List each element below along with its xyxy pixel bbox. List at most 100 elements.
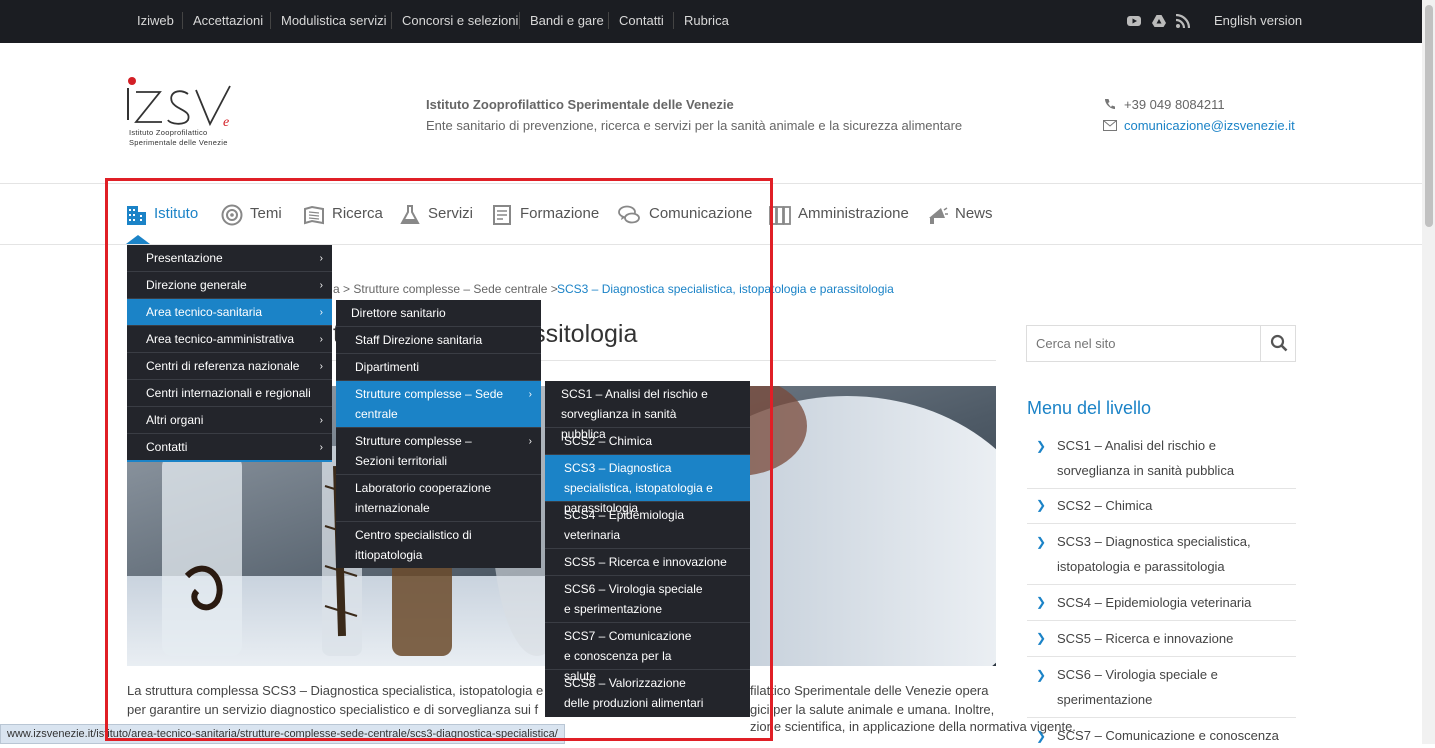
menu-item-presentazione[interactable]: Presentazione › xyxy=(127,245,332,272)
chevron-right-icon: › xyxy=(319,253,323,264)
nav-istituto[interactable]: Istituto xyxy=(154,205,198,222)
nav-servizi[interactable]: Servizi xyxy=(428,205,473,222)
menu-item-label: Altri organi xyxy=(146,413,204,427)
logo-line-1: Istituto Zooprofilattico xyxy=(129,128,208,137)
chevron-right-icon: › xyxy=(319,361,323,372)
youtube-icon[interactable] xyxy=(1127,14,1141,28)
menu-item-strutture-sezioni-territoriali[interactable]: Strutture complesse – Sezioni territoria… xyxy=(336,428,541,475)
menu-item-contatti[interactable]: Contatti › xyxy=(127,434,332,461)
chevron-right-icon: › xyxy=(528,389,532,400)
menu-item-altri-organi[interactable]: Altri organi › xyxy=(127,407,332,434)
top-link-modulistica[interactable]: Modulistica servizi xyxy=(281,13,386,28)
sidebar-item-scs5[interactable]: ❯ SCS5 – Ricerca e innovazione xyxy=(1027,621,1296,657)
divider xyxy=(270,12,271,29)
menu-item-label: SCS8 – Valorizzazione delle produzioni a… xyxy=(564,676,704,710)
top-link-bandi[interactable]: Bandi e gare xyxy=(530,13,604,28)
menu-item-scs4[interactable]: SCS4 – Epidemiologia veterinaria xyxy=(545,502,750,549)
folders-icon xyxy=(769,206,791,225)
sidebar-item-scs3[interactable]: ❯ SCS3 – Diagnostica specialistica, isto… xyxy=(1027,524,1296,585)
chevron-right-icon: ❯ xyxy=(1036,439,1047,453)
target-icon xyxy=(221,204,243,226)
chevron-right-icon: › xyxy=(319,334,323,345)
envelope-icon xyxy=(1103,120,1117,131)
divider xyxy=(519,12,520,29)
sidebar-item-label: SCS1 – Analisi del rischio e sorveglianz… xyxy=(1057,438,1235,478)
menu-item-scs2[interactable]: SCS2 – Chimica xyxy=(545,428,750,455)
org-name: Istituto Zooprofilattico Sperimentale de… xyxy=(426,97,734,112)
book-icon xyxy=(304,205,324,225)
menu-item-dipartimenti[interactable]: Dipartimenti xyxy=(336,354,541,381)
top-link-concorsi[interactable]: Concorsi e selezioni xyxy=(402,13,518,28)
menu-item-scs5[interactable]: SCS5 – Ricerca e innovazione xyxy=(545,549,750,576)
intro-paragraph-line-2b: gici per la salute animale e umana. Inol… xyxy=(750,702,995,717)
sidebar-item-scs1[interactable]: ❯ SCS1 – Analisi del rischio e sorveglia… xyxy=(1027,433,1296,489)
menu-item-label: SCS2 – Chimica xyxy=(564,434,653,448)
menu-item-laboratorio-cooperazione[interactable]: Laboratorio cooperazione internazionale xyxy=(336,475,541,522)
izsve-logo[interactable]: e Istituto Zooprofilattico Sperimentale … xyxy=(126,76,236,152)
menu-item-centri-internazionali[interactable]: Centri internazionali e regionali xyxy=(127,380,332,407)
breadcrumb-trail[interactable]: a > Strutture complesse – Sede centrale … xyxy=(333,282,558,296)
dropdown-level-1: Presentazione › Direzione generale › Area … xyxy=(127,245,332,462)
menu-item-label: Contatti xyxy=(146,440,188,454)
top-link-iziweb[interactable]: Iziweb xyxy=(137,13,174,28)
chevron-right-icon: › xyxy=(528,436,532,447)
divider xyxy=(182,12,183,29)
email-link[interactable]: comunicazione@izsvenezie.it xyxy=(1124,118,1295,133)
menu-item-centro-ittiopatologia[interactable]: Centro specialistico di ittiopatologia xyxy=(336,522,541,568)
search-input[interactable] xyxy=(1027,326,1261,361)
nav-temi[interactable]: Temi xyxy=(250,205,282,222)
document-icon xyxy=(493,205,511,225)
intro-paragraph-line-1b: filattico Sperimentale delle Venezie ope… xyxy=(750,683,989,698)
menu-item-label: Staff Direzione sanitaria xyxy=(355,333,483,347)
sidebar-item-scs4[interactable]: ❯ SCS4 – Epidemiologia veterinaria xyxy=(1027,585,1296,621)
phone-number: +39 049 8084211 xyxy=(1124,97,1225,112)
menu-item-label: Centri di referenza nazionale xyxy=(146,359,300,373)
nav-comunicazione[interactable]: Comunicazione xyxy=(649,205,752,222)
chevron-right-icon: › xyxy=(319,307,323,318)
search-button[interactable] xyxy=(1260,326,1295,361)
nav-news[interactable]: News xyxy=(955,205,993,222)
nav-amministrazione[interactable]: Amministrazione xyxy=(798,205,909,222)
browser-status-bar: www.izsvenezie.it/istituto/area-tecnico-… xyxy=(0,724,565,744)
menu-item-label: Laboratorio cooperazione internazionale xyxy=(355,481,492,515)
divider xyxy=(673,12,674,29)
intro-paragraph-line-2: per garantire un servizio diagnostico sp… xyxy=(127,702,539,717)
english-version-link[interactable]: English version xyxy=(1214,13,1302,28)
nav-formazione[interactable]: Formazione xyxy=(520,205,599,222)
chat-icon xyxy=(618,205,640,224)
divider xyxy=(391,12,392,29)
chevron-right-icon: ❯ xyxy=(1036,668,1047,682)
menu-item-label: Direzione generale xyxy=(146,278,247,292)
menu-item-staff-direzione[interactable]: Staff Direzione sanitaria xyxy=(336,327,541,354)
sidebar-item-label: SCS3 – Diagnostica specialistica, istopa… xyxy=(1057,534,1251,574)
menu-item-scs7[interactable]: SCS7 – Comunicazione e conoscenza per la… xyxy=(545,623,750,683)
menu-item-centri-referenza[interactable]: Centri di referenza nazionale › xyxy=(127,353,332,380)
menu-item-scs3[interactable]: SCS3 – Diagnostica specialistica, istopa… xyxy=(545,455,750,515)
sidebar-item-scs6[interactable]: ❯ SCS6 – Virologia speciale e sperimenta… xyxy=(1027,657,1296,718)
breadcrumb-current: SCS3 – Diagnostica specialistica, istopa… xyxy=(557,282,894,296)
menu-item-area-tecnico-amministrativa[interactable]: Area tecnico-amministrativa › xyxy=(127,326,332,353)
chevron-right-icon: ❯ xyxy=(1036,631,1047,645)
menu-item-strutture-sede-centrale[interactable]: Strutture complesse – Sede centrale › xyxy=(336,381,541,428)
sidebar-item-label: SCS2 – Chimica xyxy=(1057,498,1153,513)
menu-item-area-tecnico-sanitaria[interactable]: Area tecnico-sanitaria › xyxy=(127,299,332,326)
scrollbar-thumb[interactable] xyxy=(1425,5,1433,227)
top-link-contatti[interactable]: Contatti xyxy=(619,13,664,28)
chevron-right-icon: ❯ xyxy=(1036,535,1047,549)
divider xyxy=(608,12,609,29)
rss-icon[interactable] xyxy=(1176,14,1190,28)
menu-item-scs6[interactable]: SCS6 – Virologia speciale e sperimentazi… xyxy=(545,576,750,623)
chevron-right-icon: ❯ xyxy=(1036,729,1047,743)
menu-item-scs1[interactable]: SCS1 – Analisi del rischio e sorveglianz… xyxy=(545,381,750,441)
menu-item-direzione-generale[interactable]: Direzione generale › xyxy=(127,272,332,299)
menu-item-direttore-sanitario[interactable]: Direttore sanitario xyxy=(336,300,541,327)
drive-icon[interactable] xyxy=(1152,14,1166,28)
sidebar-item-scs7[interactable]: ❯ SCS7 – Comunicazione e conoscenza xyxy=(1027,718,1296,744)
menu-item-scs8[interactable]: SCS8 – Valorizzazione delle produzioni a… xyxy=(545,670,750,717)
org-description: Ente sanitario di prevenzione, ricerca e… xyxy=(426,118,963,133)
sidebar-item-scs2[interactable]: ❯ SCS2 – Chimica xyxy=(1027,489,1296,524)
chevron-right-icon: › xyxy=(319,280,323,291)
top-link-rubrica[interactable]: Rubrica xyxy=(684,13,729,28)
nav-ricerca[interactable]: Ricerca xyxy=(332,205,383,222)
top-link-accettazioni[interactable]: Accettazioni xyxy=(193,13,263,28)
